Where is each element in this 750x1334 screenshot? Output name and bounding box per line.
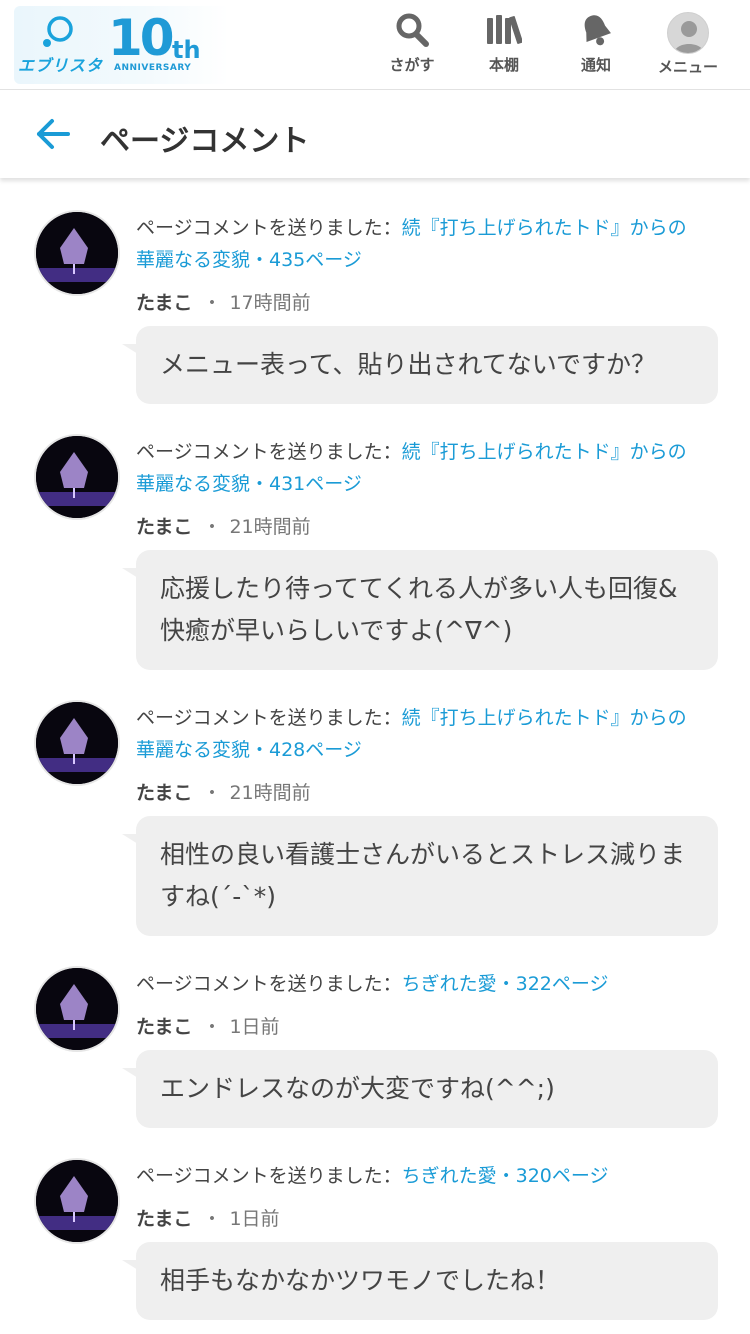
nav-notifications[interactable]: 通知 [551, 12, 641, 78]
bookshelf-icon [487, 15, 522, 44]
search-icon [396, 13, 429, 47]
comment-time: 21時間前 [229, 516, 311, 538]
nav-menu-label: メニュー [657, 58, 718, 76]
page-titlebar: ページコメント [0, 90, 750, 178]
nav-search[interactable]: さがす [367, 12, 457, 78]
comment-meta: ページコメントを送りました：続『打ち上げられたトド』からの華麗なる変貌・431ペ… [136, 436, 696, 500]
nav-notifications-label: 通知 [580, 56, 611, 74]
comment-bubble: メニュー表って、貼り出されてないですか？ [122, 326, 718, 404]
comment-time: 1日前 [229, 1208, 280, 1230]
logo-anniversary: ANNIVERSARY [114, 63, 192, 73]
comment-time: 1日前 [229, 1016, 280, 1038]
bell-icon [584, 15, 611, 46]
logo-th: th [172, 36, 201, 64]
top-header: エブリスタ 10 th ANNIVERSARY さがす 本棚 通知 メニュー [0, 0, 750, 90]
comment-meta: ページコメントを送りました：ちぎれた愛・320ページ [136, 1160, 696, 1192]
comment-byline: たまこ・ 17時間前 [136, 292, 311, 314]
comment-meta: ページコメントを送りました：続『打ち上げられたトド』からの華麗なる変貌・435ペ… [136, 212, 696, 276]
comment-time: 21時間前 [229, 782, 311, 804]
comment-time: 17時間前 [229, 292, 311, 314]
comment-prefix: ページコメントを送りました： [136, 441, 402, 463]
comment-meta: ページコメントを送りました：続『打ち上げられたトド』からの華麗なる変貌・428ペ… [136, 702, 696, 766]
nav-menu[interactable]: メニュー [643, 12, 733, 78]
comment-bubble: エンドレスなのが大変ですね(^^;) [122, 1050, 718, 1128]
logo-brand: エブリスタ [18, 56, 104, 75]
comment-byline: たまこ・ 1日前 [136, 1208, 280, 1230]
commenter-avatar[interactable] [34, 700, 120, 786]
comment-bubble: 応援したり待っててくれる人が多い人も回復&快癒が早いらしいですよ(^∇^) [122, 550, 718, 670]
nav-bookshelf[interactable]: 本棚 [459, 12, 549, 78]
comment-work-link[interactable]: ちぎれた愛・322ページ [402, 973, 609, 995]
comment-prefix: ページコメントを送りました： [136, 1165, 402, 1187]
arrow-left-icon[interactable] [34, 114, 74, 154]
nav-search-label: さがす [389, 56, 435, 74]
nav-bookshelf-label: 本棚 [488, 56, 519, 74]
comment-username[interactable]: たまこ [136, 1208, 192, 1230]
comment-byline: たまこ・ 21時間前 [136, 516, 311, 538]
logo-speech-icon [43, 16, 73, 47]
user-avatar-icon [667, 12, 709, 54]
page-title: ページコメント [100, 124, 310, 159]
comment-prefix: ページコメントを送りました： [136, 973, 402, 995]
comment-username[interactable]: たまこ [136, 292, 192, 314]
comment-bubble: 相手もなかなかツワモノでしたね！ [122, 1242, 718, 1320]
commenter-avatar[interactable] [34, 966, 120, 1052]
commenter-avatar[interactable] [34, 1158, 120, 1244]
commenter-avatar[interactable] [34, 434, 120, 520]
logo-ten: 10 [108, 9, 175, 67]
comment-username[interactable]: たまこ [136, 516, 192, 538]
comment-prefix: ページコメントを送りました： [136, 217, 402, 239]
comment-username[interactable]: たまこ [136, 1016, 192, 1038]
comment-username[interactable]: たまこ [136, 782, 192, 804]
comment-bubble: 相性の良い看護士さんがいるとストレス減りますね(´-`*) [122, 816, 718, 936]
site-logo[interactable]: エブリスタ 10 th ANNIVERSARY [14, 6, 229, 84]
comment-meta: ページコメントを送りました：ちぎれた愛・322ページ [136, 968, 696, 1000]
comment-byline: たまこ・ 21時間前 [136, 782, 311, 804]
comment-byline: たまこ・ 1日前 [136, 1016, 280, 1038]
commenter-avatar[interactable] [34, 210, 120, 296]
comment-work-link[interactable]: ちぎれた愛・320ページ [402, 1165, 609, 1187]
comment-prefix: ページコメントを送りました： [136, 707, 402, 729]
